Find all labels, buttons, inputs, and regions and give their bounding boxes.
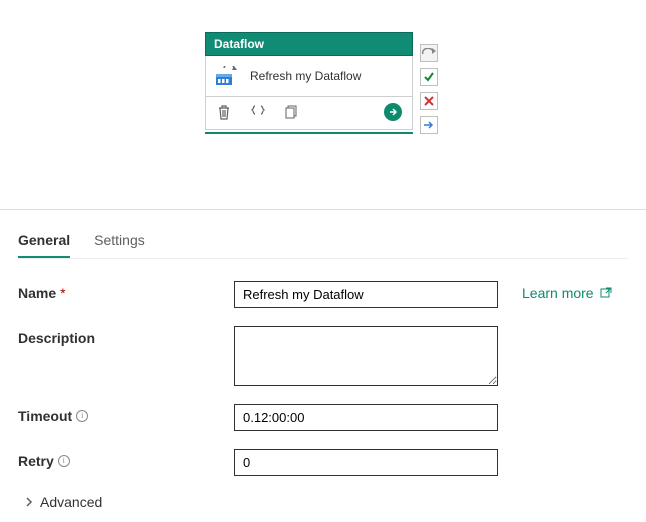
timeout-label: Timeout i — [18, 404, 234, 424]
cross-icon[interactable] — [420, 92, 438, 110]
chevron-right-icon — [24, 494, 34, 510]
general-form: Name * Learn more Description Timeout i — [18, 259, 628, 510]
skip-arrow-icon[interactable] — [420, 116, 438, 134]
tab-general-label: General — [18, 232, 70, 248]
name-label: Name * — [18, 281, 234, 301]
dataflow-icon — [216, 66, 238, 86]
tab-settings[interactable]: Settings — [94, 228, 145, 258]
activity-body: Refresh my Dataflow — [205, 56, 413, 97]
external-link-icon — [600, 287, 612, 299]
advanced-toggle[interactable]: Advanced — [18, 494, 628, 510]
activity-card[interactable]: Dataflow Refresh my Dataflow — [205, 32, 413, 134]
checkmark-icon[interactable] — [420, 68, 438, 86]
name-input[interactable] — [234, 281, 498, 308]
timeout-input[interactable] — [234, 404, 498, 431]
activity-name-label: Refresh my Dataflow — [250, 69, 361, 83]
activity-output-icons — [420, 44, 438, 134]
description-input[interactable] — [234, 326, 498, 386]
properties-tabs: General Settings — [18, 228, 628, 259]
retry-input[interactable] — [234, 449, 498, 476]
advanced-label: Advanced — [40, 494, 102, 510]
tab-general[interactable]: General — [18, 228, 70, 258]
info-icon[interactable]: i — [58, 455, 70, 467]
description-label: Description — [18, 326, 234, 346]
activity-footer — [205, 97, 413, 130]
learn-more-link[interactable]: Learn more — [522, 281, 612, 301]
info-icon[interactable]: i — [76, 410, 88, 422]
copy-icon[interactable] — [284, 104, 300, 120]
properties-panel: General Settings Name * Learn more Descr… — [0, 210, 646, 510]
required-asterisk: * — [60, 285, 65, 301]
tab-settings-label: Settings — [94, 232, 145, 248]
retry-label: Retry i — [18, 449, 234, 469]
delete-icon[interactable] — [216, 104, 232, 120]
code-braces-icon[interactable] — [250, 104, 266, 120]
deactivate-icon[interactable] — [420, 44, 438, 62]
run-arrow-icon[interactable] — [384, 103, 402, 121]
activity-type-label: Dataflow — [214, 37, 264, 51]
learn-more-label: Learn more — [522, 285, 594, 301]
activity-selection-underline — [205, 132, 413, 134]
activity-header[interactable]: Dataflow — [205, 32, 413, 56]
